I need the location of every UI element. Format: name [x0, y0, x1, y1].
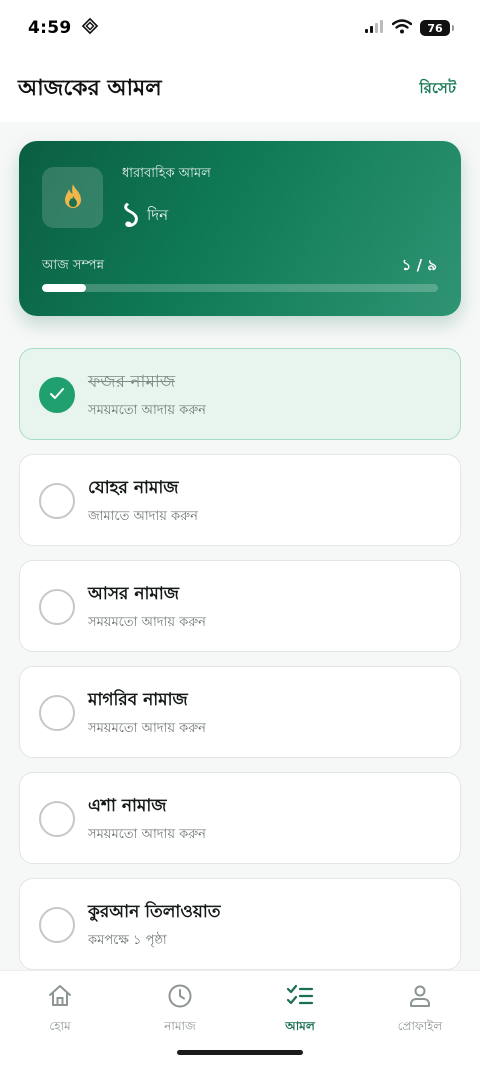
- amal-title: যোহর নামাজ: [88, 478, 179, 498]
- status-time: 4:59: [28, 18, 72, 38]
- progress-track: [42, 284, 438, 292]
- checkmark-icon: [49, 386, 65, 405]
- amal-subtitle: সময়মতো আদায় করুন: [88, 721, 206, 736]
- nav-label-home: হোম: [49, 1019, 71, 1033]
- amal-subtitle: জামাতে আদায় করুন: [88, 509, 198, 524]
- focus-mode-icon: [81, 17, 99, 39]
- flame-icon: [60, 182, 86, 214]
- amal-item-maghrib[interactable]: মাগরিব নামাজ সময়মতো আদায় করুন: [19, 666, 461, 758]
- nav-label-amal: আমল: [285, 1019, 315, 1033]
- streak-count: ১: [120, 195, 143, 235]
- screen: 4:59 76 আজকের আমল রিসেট ধারাবাহিক আমল ১ …: [0, 0, 480, 1066]
- user-icon: [407, 983, 433, 1013]
- nav-item-namaz[interactable]: নামাজ: [120, 983, 240, 1033]
- amal-item-quran[interactable]: কুরআন তিলাওয়াত কমপক্ষে ১ পৃষ্ঠা: [19, 878, 461, 970]
- streak-label: ধারাবাহিক আমল: [122, 166, 211, 181]
- amal-title: মাগরিব নামাজ: [88, 690, 188, 710]
- amal-item-zuhr[interactable]: যোহর নামাজ জামাতে আদায় করুন: [19, 454, 461, 546]
- battery-indicator: 76: [420, 20, 454, 36]
- home-indicator[interactable]: [177, 1050, 303, 1055]
- nav-item-amal[interactable]: আমল: [240, 983, 360, 1033]
- amal-list: ফজর নামাজ সময়মতো আদায় করুন যোহর নামাজ …: [19, 348, 461, 984]
- amal-item-asr[interactable]: আসর নামাজ সময়মতো আদায় করুন: [19, 560, 461, 652]
- page-title: আজকের আমল: [18, 75, 162, 101]
- progress-fill: [42, 284, 86, 292]
- checklist-icon: [286, 983, 314, 1013]
- checkbox-circle[interactable]: [39, 483, 75, 519]
- home-icon: [47, 983, 73, 1013]
- streak-icon-box: [42, 167, 103, 228]
- nav-label-namaz: নামাজ: [164, 1019, 196, 1033]
- checkbox-circle[interactable]: [39, 801, 75, 837]
- today-completed-label: আজ সম্পন্ন: [42, 258, 104, 273]
- amal-subtitle: সময়মতো আদায় করুন: [88, 827, 206, 842]
- amal-title: এশা নামাজ: [88, 796, 167, 816]
- amal-subtitle: সময়মতো আদায় করুন: [88, 403, 206, 418]
- today-progress-count: ১ / ৯: [401, 256, 437, 274]
- amal-title: ফজর নামাজ: [88, 372, 176, 392]
- status-left: 4:59: [28, 17, 99, 39]
- amal-item-fajr[interactable]: ফজর নামাজ সময়মতো আদায় করুন: [19, 348, 461, 440]
- amal-title: কুরআন তিলাওয়াত: [88, 902, 221, 922]
- amal-item-isha[interactable]: এশা নামাজ সময়মতো আদায় করুন: [19, 772, 461, 864]
- streak-card: ধারাবাহিক আমল ১ দিন আজ সম্পন্ন ১ / ৯: [19, 141, 461, 316]
- status-bar: 4:59 76: [0, 0, 480, 56]
- reset-button[interactable]: রিসেট: [419, 77, 456, 102]
- wifi-icon: [391, 18, 413, 38]
- checkbox-circle[interactable]: [39, 695, 75, 731]
- streak-unit: দিন: [147, 206, 169, 224]
- nav-item-profile[interactable]: প্রোফাইল: [360, 983, 480, 1033]
- amal-title: আসর নামাজ: [88, 584, 179, 604]
- bottom-nav: হোম নামাজ আমল প্রোফাইল: [0, 970, 480, 1066]
- amal-subtitle: কমপক্ষে ১ পৃষ্ঠা: [88, 933, 167, 948]
- nav-label-profile: প্রোফাইল: [397, 1019, 443, 1033]
- app-header: আজকের আমল রিসেট: [0, 56, 480, 122]
- status-right: 76: [364, 18, 454, 38]
- nav-item-home[interactable]: হোম: [0, 983, 120, 1033]
- checkbox-circle[interactable]: [39, 377, 75, 413]
- checkbox-circle[interactable]: [39, 589, 75, 625]
- checkbox-circle[interactable]: [39, 907, 75, 943]
- clock-icon: [167, 983, 193, 1013]
- signal-icon: [364, 19, 384, 38]
- amal-subtitle: সময়মতো আদায় করুন: [88, 615, 206, 630]
